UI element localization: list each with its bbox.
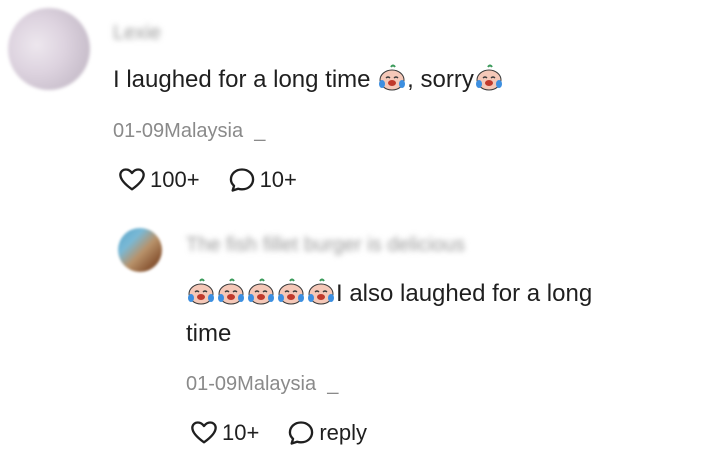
comment-meta: 01-09Malaysia _: [113, 120, 265, 143]
comment-text-part: , sorry: [407, 66, 474, 93]
reply-separator: _: [327, 373, 339, 395]
comment-text: I laughed for a long time , sorry: [113, 60, 504, 100]
comment-separator: _: [254, 120, 266, 142]
like-button[interactable]: 100+: [118, 166, 200, 194]
reply-author-name[interactable]: The fish fillet burger is delicious: [186, 234, 465, 257]
crying-laughing-emoji-icon: [378, 64, 406, 92]
comment-text-part: I laughed for a long time: [113, 66, 378, 93]
crying-laughing-emoji-icon: [247, 278, 275, 306]
reply-text-part: I also laughed for a long: [336, 280, 593, 307]
crying-laughing-emoji-icon: [187, 278, 215, 306]
reply-date: 01-09: [186, 373, 238, 395]
heart-icon: [190, 419, 218, 447]
reply-button[interactable]: reply: [287, 419, 367, 447]
comment-bubble-icon: [287, 419, 315, 447]
reply-count: 10+: [259, 167, 297, 192]
reply-avatar[interactable]: [118, 228, 162, 272]
heart-icon: [118, 166, 146, 194]
reply-text-line2: time: [186, 320, 232, 347]
reply-like-count: 10+: [222, 420, 260, 445]
comment-location: Malaysia: [164, 120, 244, 142]
crying-laughing-emoji-icon: [475, 64, 503, 92]
avatar[interactable]: [8, 8, 90, 90]
reply-like-button[interactable]: 10+: [190, 419, 259, 447]
crying-laughing-emoji-icon: [277, 278, 305, 306]
reply-button-label: reply: [319, 420, 368, 445]
reply-location: Malaysia: [237, 373, 317, 395]
comment-author-name[interactable]: Lexie: [113, 22, 161, 45]
comment-actions: 100+ 10+: [118, 166, 325, 194]
reply-text-line1: I also laughed for a long: [186, 274, 592, 314]
crying-laughing-emoji-icon: [307, 278, 335, 306]
reply-actions: 10+ reply: [190, 419, 395, 447]
comment-bubble-icon: [228, 166, 256, 194]
reply-meta: 01-09Malaysia _: [186, 373, 338, 396]
crying-laughing-emoji-icon: [217, 278, 245, 306]
comment-date: 01-09: [113, 120, 165, 142]
like-count: 100+: [150, 167, 200, 192]
comment-count-button[interactable]: 10+: [228, 166, 297, 194]
